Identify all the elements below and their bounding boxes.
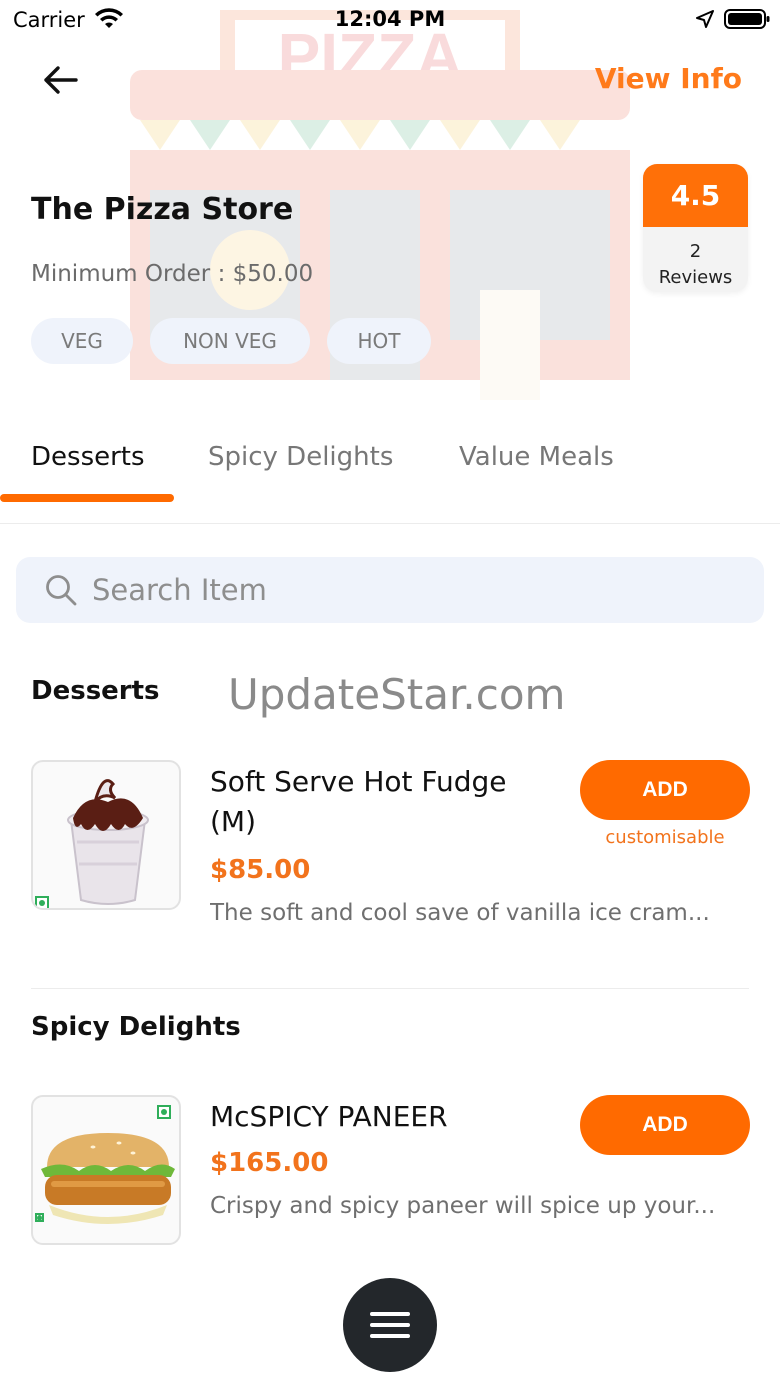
store-name: The Pizza Store <box>31 192 294 227</box>
category-tabs: Desserts Spicy Delights Value Meals <box>0 430 780 524</box>
item-description: The soft and cool save of vanilla ice cr… <box>210 900 710 926</box>
veg-indicator-small-icon <box>35 1213 44 1222</box>
sundae-image[interactable] <box>31 760 181 910</box>
tag-veg[interactable]: VEG <box>31 318 133 364</box>
status-bar: Carrier 12:04 PM <box>0 0 780 40</box>
tab-spicy-delights[interactable]: Spicy Delights <box>208 442 393 472</box>
section-title-spicy-delights: Spicy Delights <box>31 1012 241 1042</box>
battery-icon <box>724 9 770 29</box>
rating-card[interactable]: 4.5 2 Reviews <box>643 164 748 292</box>
back-button[interactable] <box>38 58 82 102</box>
minimum-order-label: Minimum Order : $50.00 <box>31 261 314 287</box>
hamburger-menu-icon-line <box>370 1312 410 1316</box>
hamburger-menu-icon-line <box>370 1323 410 1327</box>
search-input[interactable] <box>92 573 712 607</box>
item-name[interactable]: Soft Serve Hot Fudge (M) <box>210 762 550 842</box>
tab-value-meals[interactable]: Value Meals <box>459 442 614 472</box>
item-description: Crispy and spicy paneer will spice up yo… <box>210 1193 716 1219</box>
tag-hot[interactable]: HOT <box>327 318 431 364</box>
add-button[interactable]: ADD <box>580 1095 750 1155</box>
view-info-link[interactable]: View Info <box>595 62 742 95</box>
add-button[interactable]: ADD <box>580 760 750 820</box>
tab-desserts[interactable]: Desserts <box>31 442 145 472</box>
veg-indicator-icon <box>157 1105 171 1119</box>
search-bar[interactable] <box>16 557 764 623</box>
location-arrow-icon <box>696 10 714 28</box>
sundae-illustration <box>67 779 149 905</box>
rating-value: 4.5 <box>643 164 748 227</box>
watermark-text: UpdateStar.com <box>228 670 566 719</box>
item-name[interactable]: McSPICY PANEER <box>210 1097 550 1137</box>
veg-indicator-icon <box>35 896 49 908</box>
burger-illustration <box>41 1133 175 1224</box>
menu-fab-button[interactable] <box>343 1278 437 1372</box>
item-price: $85.00 <box>210 855 311 885</box>
review-count-number: 2 <box>689 241 702 262</box>
hamburger-menu-icon-line <box>370 1334 410 1338</box>
review-count: 2 Reviews <box>643 239 748 291</box>
arrow-left-icon <box>44 66 78 94</box>
burger-image[interactable] <box>31 1095 181 1245</box>
active-tab-indicator <box>0 494 174 502</box>
clock-label: 12:04 PM <box>334 7 446 31</box>
tag-non-veg[interactable]: NON VEG <box>150 318 310 364</box>
section-title-desserts: Desserts <box>31 676 160 706</box>
customisable-label: customisable <box>605 827 725 848</box>
review-count-label: Reviews <box>658 267 733 288</box>
item-price: $165.00 <box>210 1148 329 1178</box>
search-icon <box>46 575 77 606</box>
section-divider <box>31 988 749 989</box>
